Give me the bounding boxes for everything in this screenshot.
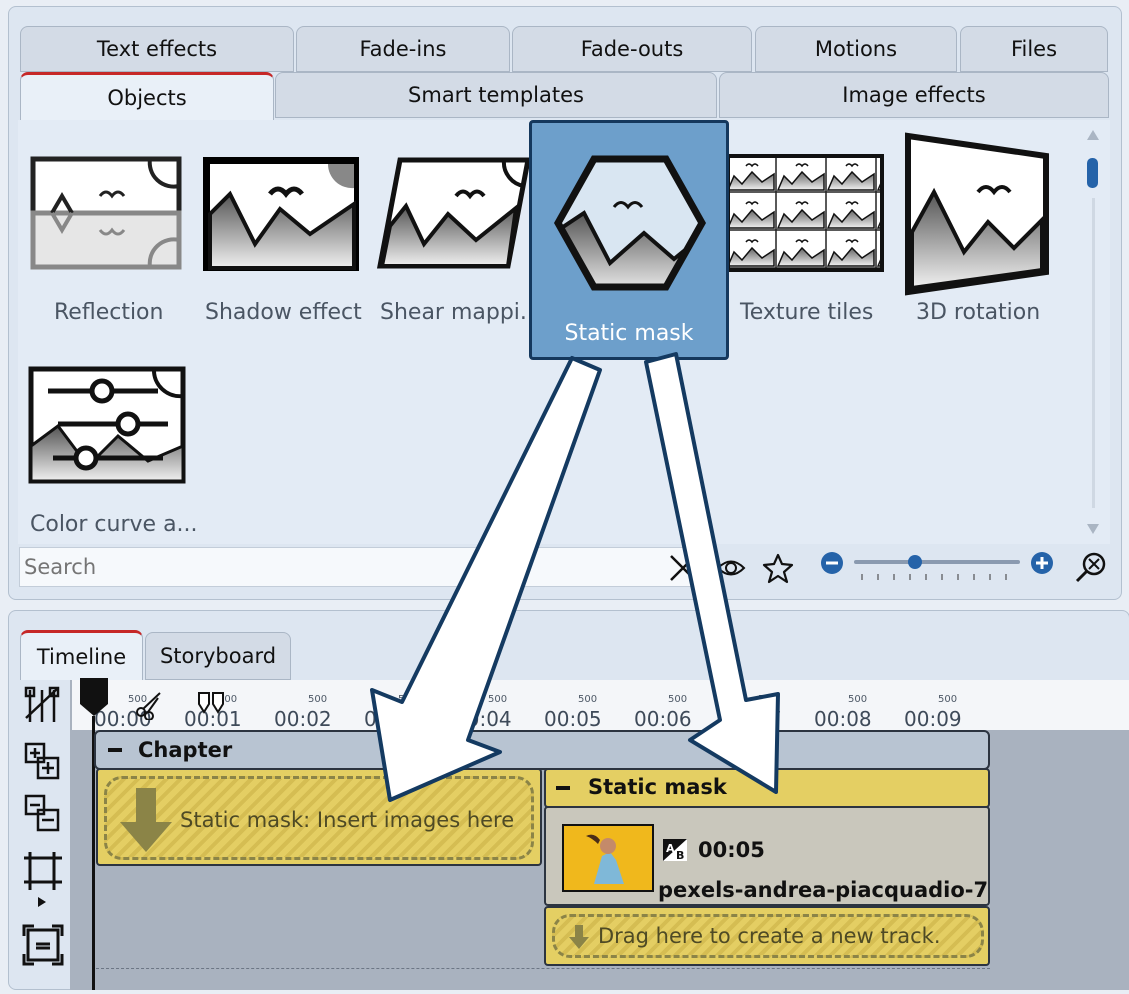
time-ruler[interactable]: 00:00 500 00:01 500 00:02 500 00:03 500 00:04 500… — [72, 680, 1129, 731]
static-mask-track-header[interactable]: Static mask — [544, 768, 990, 808]
tab-smart-templates[interactable]: Smart templates — [275, 72, 717, 118]
collapse-chapter-icon[interactable] — [108, 748, 122, 752]
search-input[interactable] — [19, 547, 701, 587]
scroll-down-arrow-icon[interactable] — [1087, 524, 1099, 534]
3d-rotation-label: 3D rotation — [916, 300, 1041, 325]
scrollbar-rail — [1092, 198, 1095, 508]
collapse-static-mask-icon[interactable] — [556, 786, 570, 790]
ruler-time-label: 00:07 — [724, 707, 782, 731]
zoom-fit-icon[interactable] — [1074, 550, 1108, 584]
eye-icon[interactable] — [716, 553, 746, 583]
static-mask-tile[interactable]: Static mask — [529, 120, 729, 360]
clear-search-icon[interactable] — [668, 553, 698, 583]
new-track-dropzone[interactable]: Drag here to create a new track. — [544, 906, 990, 966]
shear-mapping-icon[interactable] — [376, 156, 532, 270]
shadow-effect-icon[interactable] — [200, 154, 362, 274]
chapter-bar[interactable]: Chapter — [94, 730, 990, 770]
static-mask-label: Static mask — [564, 321, 694, 346]
fit-frame-icon[interactable] — [22, 924, 64, 966]
ruler-time-label: 00:04 — [454, 707, 512, 731]
reflection-label: Reflection — [54, 300, 164, 325]
shear-mapping-label: Shear mappi... — [380, 300, 541, 325]
tab-motions[interactable]: Motions — [755, 26, 957, 72]
ruler-sub-label: 500 — [488, 694, 508, 705]
ruler-sub-label: 500 — [758, 694, 778, 705]
color-curve-icon[interactable] — [28, 366, 186, 484]
ruler-time-label: 00:08 — [814, 707, 872, 731]
ruler-sub-label: 500 — [668, 694, 688, 705]
tab-fade-outs[interactable]: Fade-outs — [512, 26, 752, 72]
tab-timeline[interactable]: Timeline — [20, 630, 143, 680]
texture-tiles-label: Texture tiles — [740, 300, 874, 325]
chapter-title: Chapter — [138, 738, 233, 762]
ruler-time-label: 00:03 — [364, 707, 422, 731]
ruler-time-label: 00:09 — [904, 707, 962, 731]
add-track-icon[interactable] — [22, 740, 64, 782]
expand-arrow-icon[interactable] — [36, 894, 48, 908]
down-arrow-icon — [118, 786, 174, 856]
texture-tiles-icon[interactable] — [726, 154, 884, 272]
playhead-marker[interactable] — [78, 678, 110, 718]
small-down-arrow-icon — [568, 924, 590, 950]
zoom-in-icon[interactable] — [1030, 551, 1054, 575]
image-clip[interactable]: AB 00:05 pexels-andrea-piacquadio-7619 — [544, 806, 990, 906]
ruler-time-label: 00:02 — [274, 707, 332, 731]
drag-new-track-text: Drag here to create a new track. — [598, 924, 941, 948]
static-mask-placeholder-block[interactable]: Static mask: Insert images here — [96, 768, 542, 866]
ruler-sub-label: 500 — [308, 694, 328, 705]
tab-storyboard[interactable]: Storyboard — [145, 632, 291, 680]
scroll-up-arrow-icon[interactable] — [1087, 130, 1099, 140]
text-overlay-icon: AB — [662, 838, 688, 862]
svg-text:B: B — [676, 849, 684, 862]
star-favorite-icon[interactable] — [762, 552, 794, 584]
reflection-icon[interactable] — [30, 156, 182, 270]
scrollbar-thumb[interactable] — [1087, 158, 1098, 188]
ruler-sub-label: 500 — [848, 694, 868, 705]
marker-icon[interactable] — [196, 690, 226, 718]
clip-thumbnail — [562, 824, 654, 892]
snap-tool-icon[interactable] — [22, 684, 64, 726]
static-mask-icon — [553, 153, 707, 293]
ruler-sub-label: 500 — [938, 694, 958, 705]
clip-duration: 00:05 — [698, 838, 765, 862]
ruler-sub-label: 500 — [578, 694, 598, 705]
track-divider — [96, 968, 990, 969]
objects-scrollbar[interactable] — [1085, 128, 1101, 538]
ruler-time-label: 00:05 — [544, 707, 602, 731]
static-mask-track-title: Static mask — [588, 775, 727, 799]
zoom-slider[interactable] — [854, 555, 1020, 586]
crop-frame-icon[interactable] — [22, 850, 64, 892]
zoom-out-icon[interactable] — [820, 551, 844, 575]
shadow-effect-label: Shadow effect — [205, 300, 362, 325]
tab-objects[interactable]: Objects — [20, 72, 274, 120]
remove-track-icon[interactable] — [22, 792, 64, 834]
svg-text:A: A — [666, 842, 675, 855]
tab-image-effects[interactable]: Image effects — [719, 72, 1109, 118]
tab-text-effects[interactable]: Text effects — [20, 26, 294, 72]
clip-filename: pexels-andrea-piacquadio-7619 — [658, 878, 989, 902]
tab-fade-ins[interactable]: Fade-ins — [296, 26, 510, 72]
scissors-icon[interactable] — [134, 690, 164, 721]
placeholder-text: Static mask: Insert images here — [180, 808, 515, 832]
3d-rotation-icon[interactable] — [904, 132, 1050, 296]
color-curve-label: Color curve a... — [30, 512, 198, 537]
ruler-sub-label: 500 — [398, 694, 418, 705]
tab-files[interactable]: Files — [960, 26, 1108, 72]
ruler-time-label: 00:06 — [634, 707, 692, 731]
